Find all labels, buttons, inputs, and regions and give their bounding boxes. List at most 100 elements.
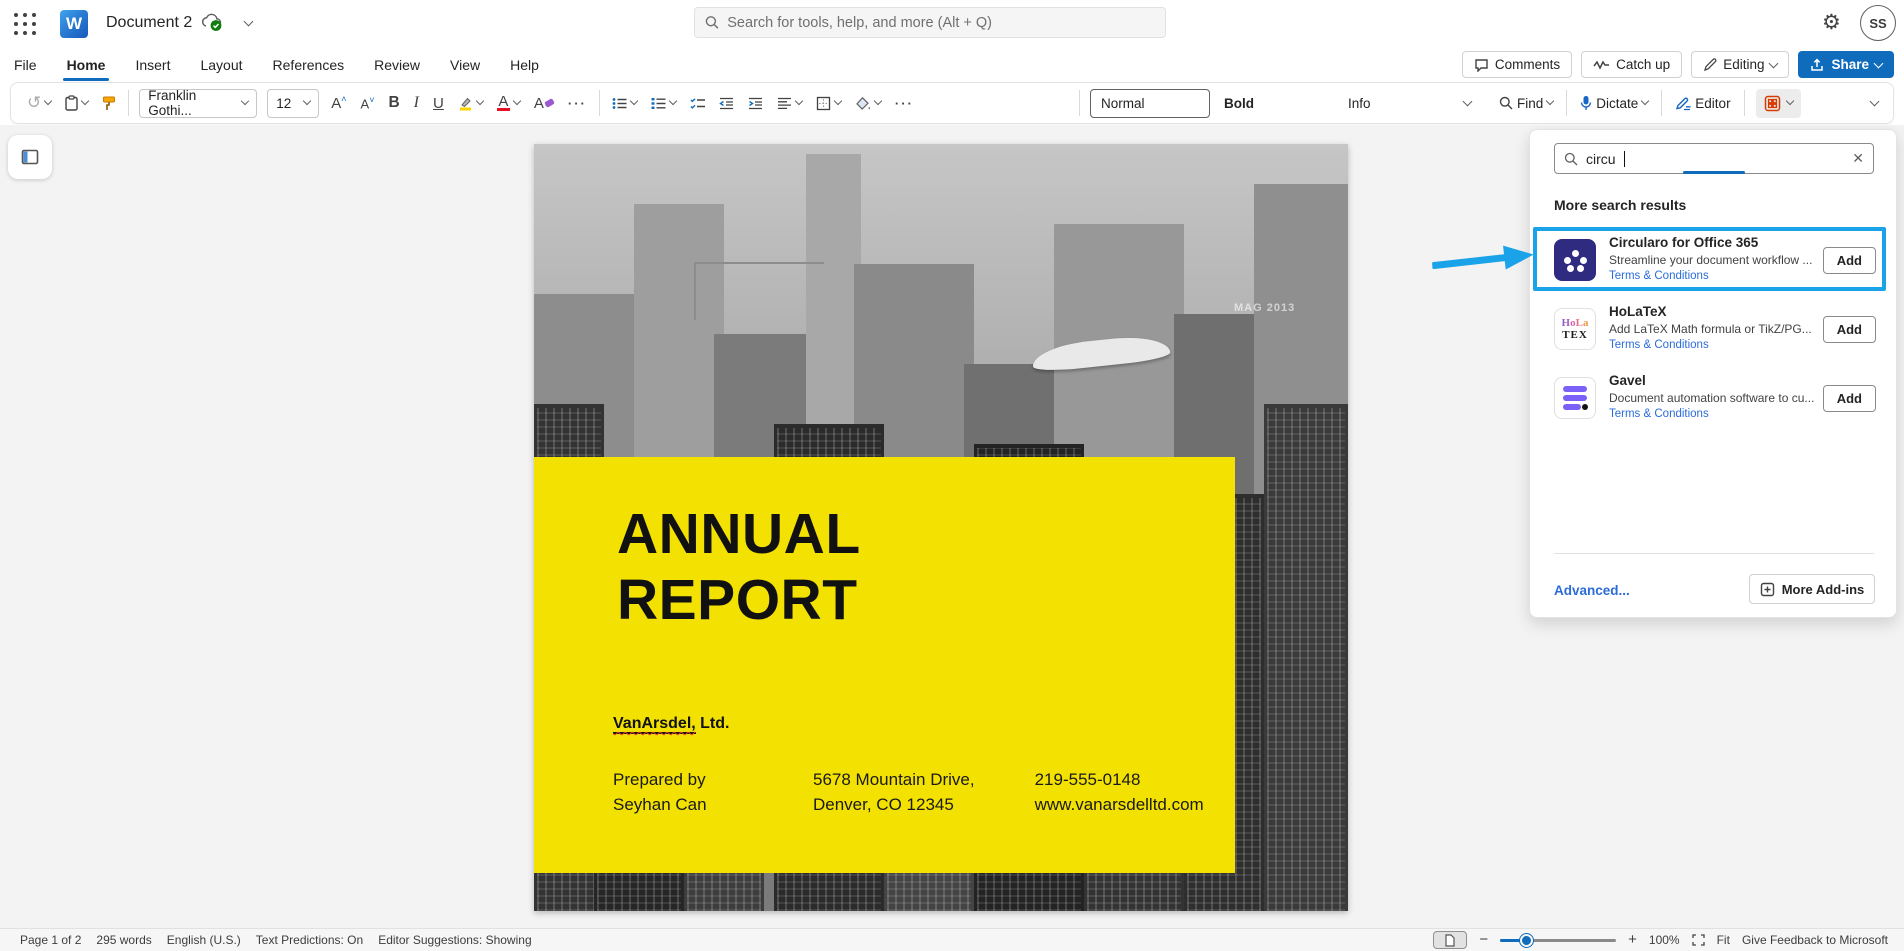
fit-icon[interactable] [1692,934,1705,946]
menu-items: File Home Insert Layout References Revie… [12,48,541,82]
dictate-button[interactable]: Dictate [1578,92,1650,114]
advanced-link[interactable]: Advanced... [1554,583,1630,598]
style-normal[interactable]: Normal [1090,89,1210,118]
paste-button[interactable] [63,92,90,114]
checklist-button[interactable] [688,94,707,113]
addin-name: HoLaTeX [1609,305,1810,320]
cover-title-block[interactable]: ANNUAL REPORT VanArsdel, Ltd. Prepared b… [534,457,1235,873]
italic-button[interactable]: I [412,91,421,115]
editor-button[interactable]: Editor [1673,93,1732,114]
ribbon-options-chevron[interactable] [1869,99,1880,108]
shading-button[interactable] [853,93,883,114]
editor-suggestions-toggle[interactable]: Editor Suggestions: Showing [378,933,531,947]
clear-search-icon[interactable]: ✕ [1852,150,1864,167]
undo-button[interactable]: ↺ [25,90,53,116]
comments-button[interactable]: Comments [1462,51,1572,78]
addin-name: Circularo for Office 365 [1609,236,1810,251]
menu-help[interactable]: Help [508,53,541,77]
terms-link[interactable]: Terms & Conditions [1609,338,1810,353]
increase-indent-button[interactable] [746,94,765,113]
zoom-level[interactable]: 100% [1649,933,1680,947]
catch-up-button[interactable]: Catch up [1581,51,1682,78]
borders-button[interactable] [814,93,843,114]
global-search[interactable] [694,7,1166,38]
alignment-button[interactable] [775,94,804,113]
find-icon [1499,96,1513,110]
language-indicator[interactable]: English (U.S.) [167,933,241,947]
highlighter-button[interactable] [456,93,485,114]
style-info[interactable]: Info [1338,89,1458,118]
add-circularo-button[interactable]: Add [1823,247,1876,274]
app-launcher-icon[interactable] [12,11,38,37]
underline-button[interactable]: U [431,92,446,115]
addins-search-value: circu [1586,151,1616,167]
highlighter-icon [458,96,473,111]
decrease-indent-button[interactable] [717,94,736,113]
terms-link[interactable]: Terms & Conditions [1609,269,1810,284]
comment-icon [1474,58,1489,72]
add-gavel-button[interactable]: Add [1823,385,1876,412]
feedback-link[interactable]: Give Feedback to Microsoft [1742,933,1888,947]
menu-references[interactable]: References [271,53,347,77]
decrease-indent-icon [719,97,734,110]
zoom-slider[interactable] [1500,933,1616,947]
addin-result-holatex[interactable]: HoLaTEX HoLaTeX Add LaTeX Math formula o… [1554,301,1876,357]
menu-file[interactable]: File [12,53,39,77]
font-size-combo[interactable]: 12 [267,89,319,118]
menu-review[interactable]: Review [372,53,422,77]
format-painter-button[interactable] [100,93,118,114]
bold-button[interactable]: B [386,91,401,115]
editing-mode-button[interactable]: Editing [1691,51,1789,78]
addin-result-gavel[interactable]: Gavel Document automation software to cu… [1554,370,1876,426]
terms-link[interactable]: Terms & Conditions [1609,407,1810,422]
search-icon [1564,152,1578,166]
bullets-button[interactable] [610,94,639,113]
clear-formatting-button[interactable]: A [532,92,556,115]
document-title[interactable]: Document 2 [106,14,192,32]
menu-home[interactable]: Home [65,53,108,77]
account-avatar[interactable]: SS [1860,5,1896,41]
more-font-options-button[interactable]: ··· [566,93,589,114]
more-paragraph-options-button[interactable]: ··· [893,93,916,114]
shrink-font-button[interactable]: A˅ [359,92,377,114]
find-button[interactable]: Find [1497,93,1555,114]
company-name[interactable]: VanArsdel, Ltd. [613,715,729,733]
document-title-chevron-icon[interactable] [244,17,254,27]
share-button[interactable]: Share [1798,51,1894,78]
menu-view[interactable]: View [448,53,482,77]
word-count[interactable]: 295 words [96,933,151,947]
settings-gear-icon[interactable]: ⚙ [1822,8,1841,38]
menu-layout[interactable]: Layout [198,53,244,77]
contact[interactable]: 219-555-0148 www.vanarsdelltd.com [1035,767,1204,817]
navigation-pane-toggle[interactable] [8,135,52,179]
checklist-icon [690,97,705,110]
zoom-in-button[interactable]: + [1628,935,1637,945]
menu-insert[interactable]: Insert [133,53,172,77]
address[interactable]: 5678 Mountain Drive, Denver, CO 12345 [813,767,975,817]
addin-result-circularo[interactable]: Circularo for Office 365 Streamline your… [1554,232,1876,288]
page-indicator[interactable]: Page 1 of 2 [20,933,81,947]
addins-search-field[interactable]: circu ✕ [1554,143,1874,174]
prepared-by[interactable]: Prepared by Seyhan Can [613,767,753,817]
fit-button[interactable]: Fit [1717,933,1730,947]
zoom-slider-thumb[interactable] [1520,934,1533,947]
global-search-input[interactable] [727,15,1155,31]
grow-font-button[interactable]: A˄ [329,91,348,115]
styles-gallery-chevron[interactable] [1462,99,1473,108]
text-predictions-toggle[interactable]: Text Predictions: On [256,933,363,947]
addins-button[interactable] [1756,89,1801,118]
circularo-logo-icon [1554,239,1596,281]
font-name-combo[interactable]: Franklin Gothi... [139,89,257,118]
page-view-button[interactable] [1433,931,1467,949]
zoom-out-button[interactable]: − [1479,935,1488,945]
more-addins-button[interactable]: More Add-ins [1749,574,1875,604]
saved-to-cloud-icon[interactable] [200,12,224,32]
report-title[interactable]: ANNUAL REPORT [617,501,861,633]
addin-description: Document automation software to cu... [1609,391,1810,406]
add-holatex-button[interactable]: Add [1823,316,1876,343]
numbering-button[interactable] [649,94,678,113]
style-bold[interactable]: Bold [1214,89,1334,118]
word-logo[interactable]: W [60,10,88,38]
font-color-button[interactable]: A [495,92,522,115]
share-icon [1810,58,1825,72]
